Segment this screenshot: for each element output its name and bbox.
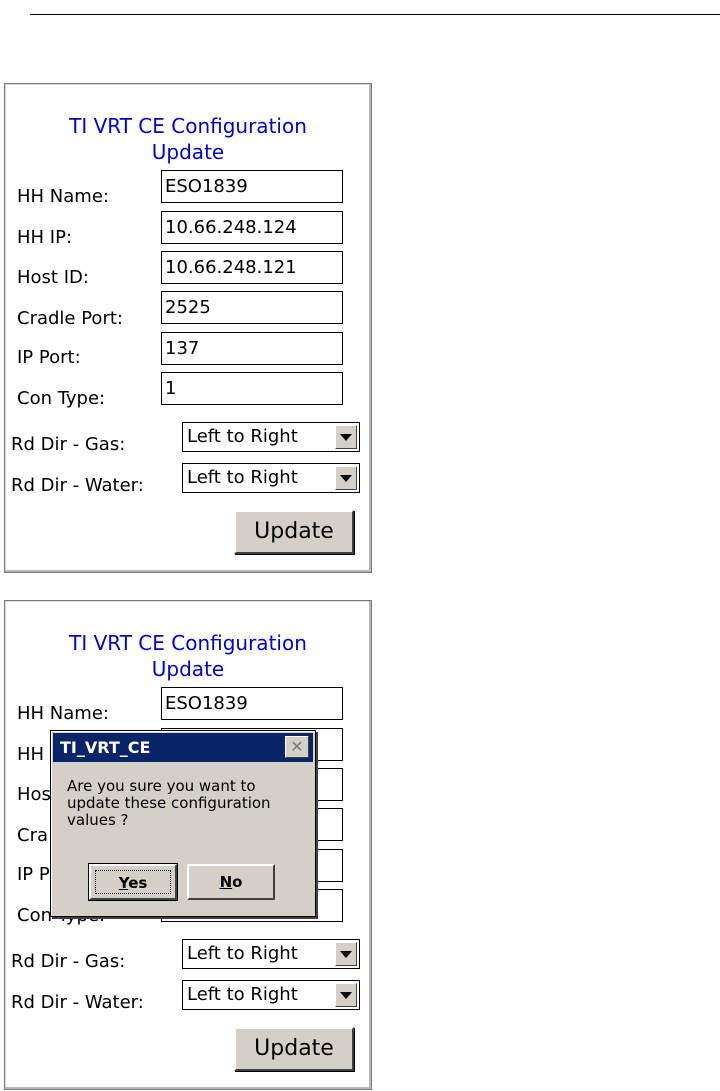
hh-name-field[interactable]: ESO1839: [161, 170, 343, 203]
rd-dir-gas-label: Rd Dir - Gas:: [11, 434, 126, 455]
no-mnemonic: N: [219, 873, 233, 891]
yes-label-rest: es: [128, 874, 148, 892]
chevron-down-icon: [340, 950, 352, 958]
chevron-down-icon: [340, 433, 352, 441]
rd-dir-water-select[interactable]: Left to Right: [182, 980, 360, 1010]
no-button[interactable]: No: [187, 864, 275, 900]
host-id-label: Host ID:: [17, 267, 89, 288]
dialog-message: Are you sure you want to update these co…: [67, 777, 271, 829]
hh-ip-label: HH IP:: [17, 227, 73, 248]
cradle-port-field[interactable]: 2525: [161, 291, 343, 324]
chevron-down-icon: [340, 991, 352, 999]
no-label-rest: o: [232, 873, 243, 891]
cradle-port-label: Cradle Port:: [17, 308, 123, 329]
yes-button-focus: Yes: [95, 870, 171, 894]
host-id-field[interactable]: 10.66.248.121: [161, 251, 343, 284]
ip-port-label-partial: IP P: [17, 864, 50, 885]
yes-button[interactable]: Yes: [89, 864, 177, 900]
config-screen-initial: TI VRT CE Configuration Update HH Name: …: [4, 83, 372, 573]
chevron-down-icon: [340, 474, 352, 482]
rd-dir-gas-select[interactable]: Left to Right: [182, 939, 360, 969]
cradle-port-label-partial: Cra: [17, 825, 48, 846]
con-type-label: Con Type:: [17, 388, 106, 409]
rd-dir-water-dropdown-button[interactable]: [335, 983, 357, 1007]
rd-dir-water-value: Left to Right: [187, 984, 298, 1005]
screen-title-line2: Update: [151, 140, 225, 164]
rd-dir-gas-select[interactable]: Left to Right: [182, 422, 360, 452]
rd-dir-gas-label: Rd Dir - Gas:: [11, 951, 126, 972]
top-rule: [30, 14, 720, 15]
rd-dir-gas-value: Left to Right: [187, 426, 298, 447]
screen-title-line1: TI VRT CE Configuration: [69, 631, 307, 655]
yes-mnemonic: Y: [118, 874, 129, 892]
rd-dir-water-label: Rd Dir - Water:: [11, 475, 144, 496]
ip-port-field[interactable]: 137: [161, 332, 343, 365]
host-id-label-partial: Hos: [17, 784, 51, 805]
hh-name-field[interactable]: ESO1839: [161, 687, 343, 720]
hh-name-label: HH Name:: [17, 186, 109, 207]
close-icon[interactable]: ✕: [285, 736, 309, 758]
confirm-dialog: TI_VRT_CE ✕ Are you sure you want to upd…: [50, 730, 316, 917]
rd-dir-gas-dropdown-button[interactable]: [335, 425, 357, 449]
update-button[interactable]: Update: [234, 510, 354, 554]
dialog-titlebar[interactable]: TI_VRT_CE ✕: [53, 733, 313, 762]
screen-title-line1: TI VRT CE Configuration: [69, 114, 307, 138]
update-button[interactable]: Update: [234, 1027, 354, 1071]
hh-name-label: HH Name:: [17, 703, 109, 724]
rd-dir-gas-value: Left to Right: [187, 943, 298, 964]
rd-dir-water-label: Rd Dir - Water:: [11, 992, 144, 1013]
hh-ip-label-partial: HH: [17, 744, 45, 765]
dialog-title: TI_VRT_CE: [60, 738, 151, 757]
rd-dir-water-value: Left to Right: [187, 467, 298, 488]
con-type-field[interactable]: 1: [161, 372, 343, 405]
ip-port-label: IP Port:: [17, 347, 81, 368]
rd-dir-gas-dropdown-button[interactable]: [335, 942, 357, 966]
screen-title-line2: Update: [151, 657, 225, 681]
rd-dir-water-select[interactable]: Left to Right: [182, 463, 360, 493]
rd-dir-water-dropdown-button[interactable]: [335, 466, 357, 490]
hh-ip-field[interactable]: 10.66.248.124: [161, 211, 343, 244]
